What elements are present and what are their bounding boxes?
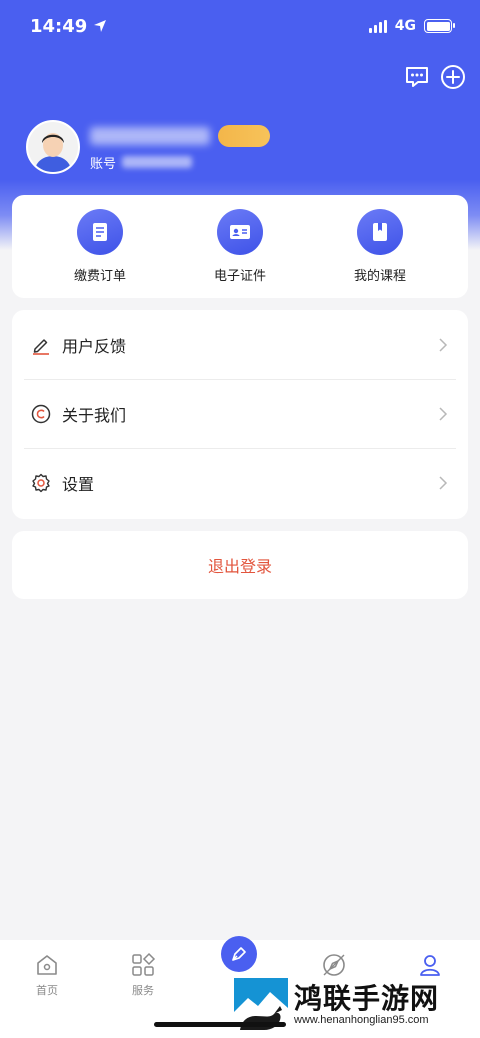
account-row: 账号 — [90, 153, 270, 172]
menu-item-about[interactable]: 关于我们 — [12, 379, 468, 448]
quick-action-label: 电子证件 — [213, 269, 266, 284]
plus-circle-icon[interactable] — [440, 64, 466, 90]
account-label: 账号 — [90, 156, 117, 172]
logout-label: 退出登录 — [207, 557, 272, 576]
tab-center-post-button[interactable] — [221, 936, 257, 972]
avatar[interactable] — [26, 120, 80, 174]
home-indicator — [154, 1022, 286, 1027]
gear-icon — [30, 472, 52, 494]
status-indicators: 4G — [368, 18, 455, 34]
quick-action-certificate[interactable]: 电子证件 — [185, 209, 295, 284]
quick-actions-card: 缴费订单 电子证件 我的课程 — [12, 195, 468, 298]
menu-item-label: 设置 — [62, 474, 95, 494]
user-name-redacted — [90, 126, 210, 145]
user-name-row — [90, 123, 270, 149]
vip-badge — [218, 124, 270, 147]
pencil-icon — [30, 334, 52, 356]
quick-action-label: 我的课程 — [353, 269, 406, 284]
tab-discover[interactable] — [304, 952, 364, 978]
tab-label: 首页 — [36, 984, 58, 997]
tab-profile[interactable] — [400, 952, 460, 978]
order-doc-icon — [77, 209, 123, 255]
quick-action-courses[interactable]: 我的课程 — [325, 209, 435, 284]
status-time: 14:49 — [30, 16, 107, 37]
id-card-icon — [217, 209, 263, 255]
signal-icon — [368, 19, 387, 33]
header-actions — [404, 64, 466, 90]
chevron-right-icon — [439, 337, 448, 352]
menu-card: 用户反馈 关于我们 设置 — [12, 310, 468, 519]
home-icon — [37, 955, 57, 975]
compass-icon — [323, 954, 345, 976]
tab-home[interactable]: 首页 — [17, 952, 77, 998]
account-number-redacted — [122, 156, 193, 168]
tab-services[interactable]: 服务 — [113, 952, 173, 998]
battery-icon — [424, 19, 455, 33]
user-info: 账号 — [90, 123, 270, 172]
menu-item-label: 用户反馈 — [62, 336, 127, 356]
quick-action-label: 缴费订单 — [73, 269, 126, 284]
location-arrow-icon — [94, 20, 107, 32]
pen-icon — [232, 947, 246, 961]
user-icon — [420, 955, 440, 976]
watermark-title: 鸿联手游网 — [294, 982, 440, 1015]
chevron-right-icon — [439, 406, 448, 421]
course-book-icon — [357, 209, 403, 255]
profile-section[interactable]: 账号 — [26, 120, 270, 174]
chevron-right-icon — [439, 475, 448, 490]
menu-item-settings[interactable]: 设置 — [12, 448, 468, 517]
watermark-url: www.henanhonglian95.com — [294, 1014, 429, 1026]
tab-label: 服务 — [132, 984, 154, 997]
status-bar: 14:49 4G — [0, 0, 480, 52]
menu-item-label: 关于我们 — [62, 405, 127, 425]
copyright-icon — [30, 403, 52, 425]
watermark-text: 鸿联手游网 www.henanhonglian95.com — [294, 982, 440, 1027]
message-dots-icon[interactable] — [404, 64, 430, 90]
menu-item-feedback[interactable]: 用户反馈 — [12, 310, 468, 379]
grid-icon — [132, 952, 156, 976]
logout-button[interactable]: 退出登录 — [12, 531, 468, 599]
quick-action-orders[interactable]: 缴费订单 — [45, 209, 155, 284]
network-label: 4G — [394, 18, 416, 34]
